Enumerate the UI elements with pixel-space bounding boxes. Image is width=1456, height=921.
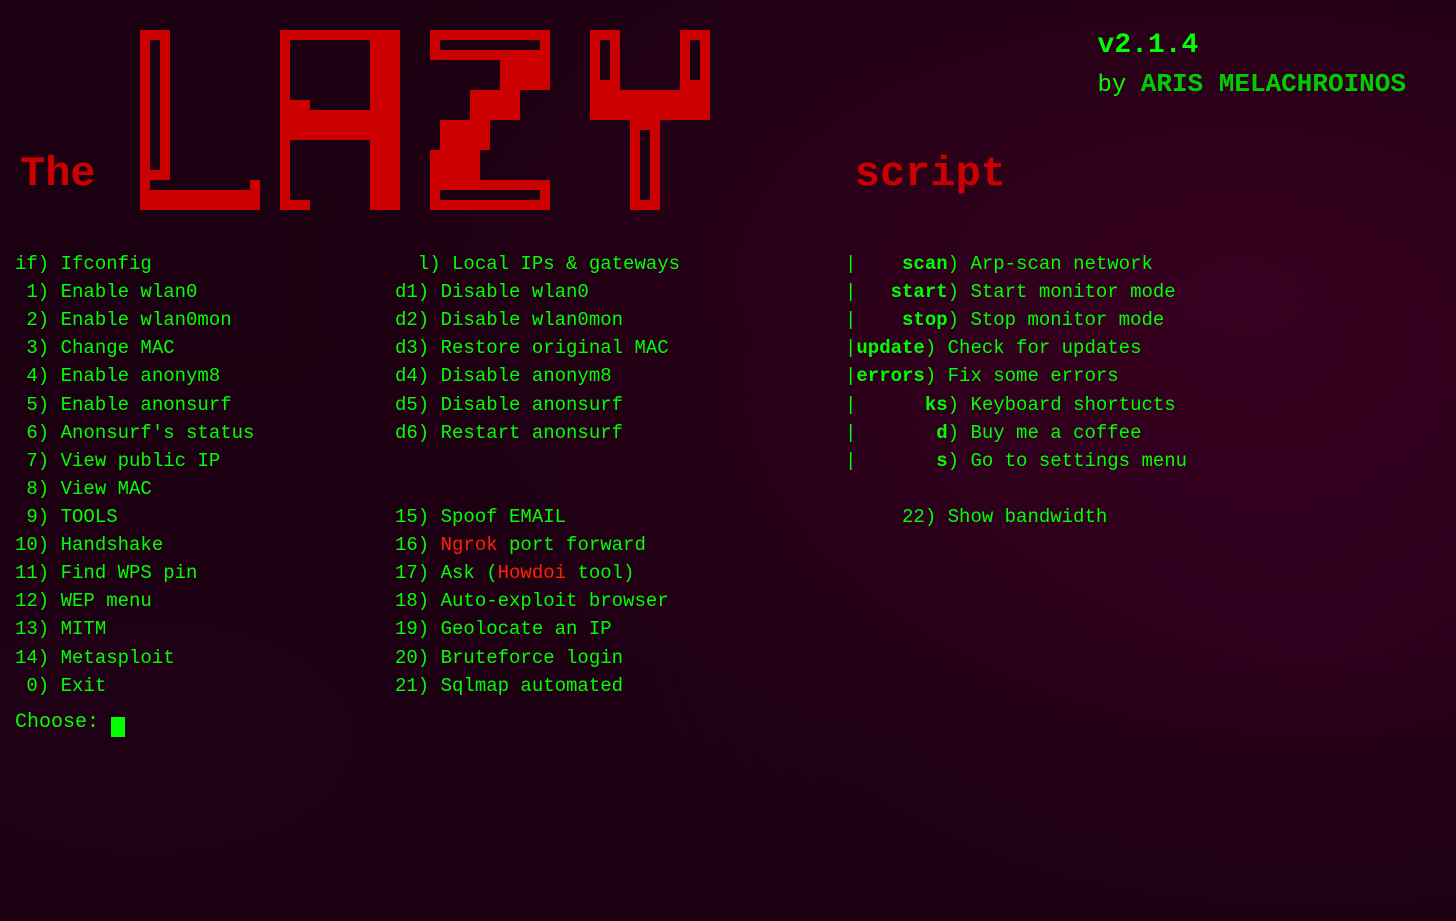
menu-item-blank9: [845, 672, 1441, 700]
menu-grid: if) Ifconfig 1) Enable wlan0 2) Enable w…: [15, 250, 1441, 700]
menu-col2: l) Local IPs & gateways d1) Disable wlan…: [395, 250, 845, 700]
menu-item-12: 12) WEP menu: [15, 587, 395, 615]
menu-item-l: l) Local IPs & gateways: [395, 250, 845, 278]
menu-item-s: | s) Go to settings menu: [845, 447, 1441, 475]
menu-item-3: 3) Change MAC: [15, 334, 395, 362]
menu-item-8: 8) View MAC: [15, 475, 395, 503]
menu-item-14: 14) Metasploit: [15, 644, 395, 672]
choose-prompt: Choose:: [15, 708, 1441, 737]
menu-item-11: 11) Find WPS pin: [15, 559, 395, 587]
menu-item-d6: d6) Restart anonsurf: [395, 419, 845, 447]
menu-item-if: if) Ifconfig: [15, 250, 395, 278]
menu-item-10: 10) Handshake: [15, 531, 395, 559]
menu-item-0: 0) Exit: [15, 672, 395, 700]
menu-item-22: 22) Show bandwidth: [845, 503, 1441, 531]
menu-item-blank8: [845, 644, 1441, 672]
author-line: by ARIS MELACHROINOS: [1098, 69, 1406, 99]
menu-item-20: 20) Bruteforce login: [395, 644, 845, 672]
menu-item-blank7: [845, 615, 1441, 643]
script-word: script: [855, 150, 1006, 198]
menu-item-16: 16) Ngrok port forward: [395, 531, 845, 559]
menu-item-19: 19) Geolocate an IP: [395, 615, 845, 643]
menu-col1: if) Ifconfig 1) Enable wlan0 2) Enable w…: [15, 250, 395, 700]
cursor: [111, 717, 125, 737]
version-area: v2.1.4 by ARIS MELACHROINOS: [1098, 30, 1406, 99]
menu-item-blank3: [845, 475, 1441, 503]
the-word: The: [20, 150, 96, 198]
menu-item-blank6: [845, 587, 1441, 615]
menu-item-blank4: [845, 531, 1441, 559]
menu-col3: | scan) Arp-scan network | start) Start …: [845, 250, 1441, 700]
lazy-logo: [140, 30, 730, 230]
menu-item-d4: d4) Disable anonym8: [395, 362, 845, 390]
menu-item-5: 5) Enable anonsurf: [15, 391, 395, 419]
menu-item-2: 2) Enable wlan0mon: [15, 306, 395, 334]
menu-item-d2: d2) Disable wlan0mon: [395, 306, 845, 334]
menu-item-blank5: [845, 559, 1441, 587]
choose-label: Choose:: [15, 711, 99, 734]
menu-item-d1: d1) Disable wlan0: [395, 278, 845, 306]
author-name: ARIS MELACHROINOS: [1141, 69, 1406, 99]
menu-item-6: 6) Anonsurf's status: [15, 419, 395, 447]
menu-item-blank2: [395, 475, 845, 503]
menu-item-21: 21) Sqlmap automated: [395, 672, 845, 700]
menu-item-d5: d5) Disable anonsurf: [395, 391, 845, 419]
menu-item-stop: | stop) Stop monitor mode: [845, 306, 1441, 334]
menu-item-15: 15) Spoof EMAIL: [395, 503, 845, 531]
by-label: by: [1098, 72, 1127, 99]
menu-item-blank1: [395, 447, 845, 475]
version-text: v2.1.4: [1098, 30, 1406, 61]
menu-item-18: 18) Auto-exploit browser: [395, 587, 845, 615]
menu-item-7: 7) View public IP: [15, 447, 395, 475]
menu-item-start: | start) Start monitor mode: [845, 278, 1441, 306]
menu-item-13: 13) MITM: [15, 615, 395, 643]
menu-item-4: 4) Enable anonym8: [15, 362, 395, 390]
menu-item-1: 1) Enable wlan0: [15, 278, 395, 306]
menu-item-17: 17) Ask (Howdoi tool): [395, 559, 845, 587]
menu-item-9: 9) TOOLS: [15, 503, 395, 531]
menu-item-ks: | ks) Keyboard shortucts: [845, 391, 1441, 419]
menu-item-update: |update) Check for updates: [845, 334, 1441, 362]
menu-item-errors: |errors) Fix some errors: [845, 362, 1441, 390]
menu-item-d3: d3) Restore original MAC: [395, 334, 845, 362]
title-area: The scri: [10, 20, 1446, 240]
menu-item-d-coffee: | d) Buy me a coffee: [845, 419, 1441, 447]
menu-container: if) Ifconfig 1) Enable wlan0 2) Enable w…: [10, 250, 1446, 737]
menu-item-scan: | scan) Arp-scan network: [845, 250, 1441, 278]
